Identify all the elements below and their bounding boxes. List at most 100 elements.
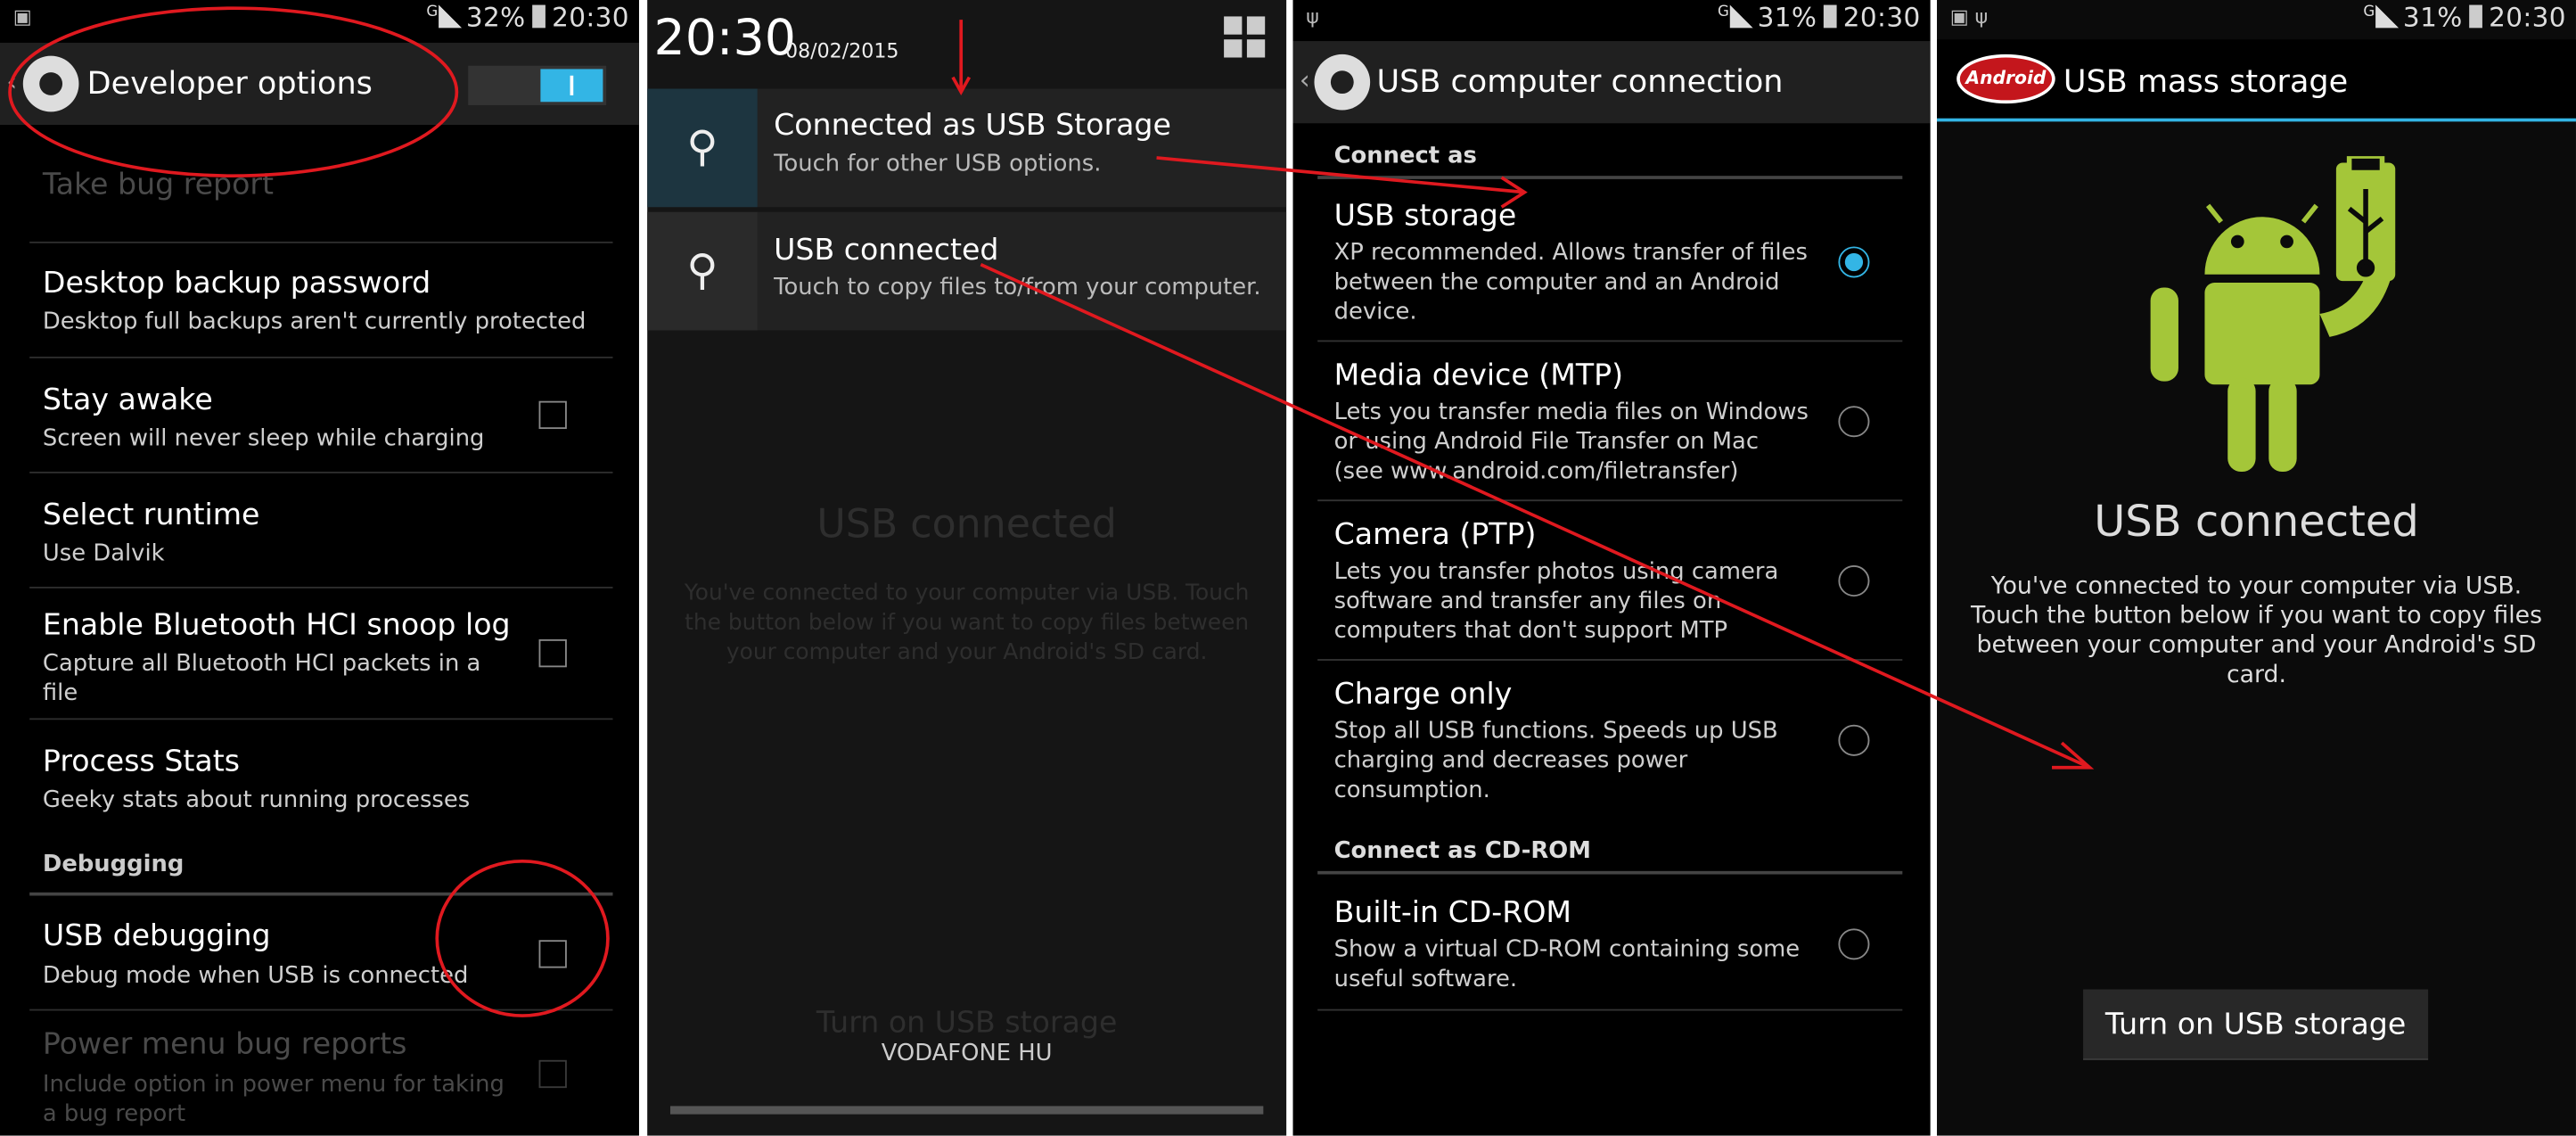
settings-gear-icon[interactable] (22, 55, 79, 112)
option-title: Media device (MTP) (1333, 358, 1624, 393)
option-subtitle: Lets you transfer media files on Windows… (1333, 399, 1809, 485)
status-bar: ▣ ψ G 31% 20:30 (1937, 0, 2576, 39)
page-title: USB computer connection (1376, 63, 1784, 101)
setting-subtitle: Geeky stats about running processes (42, 786, 471, 814)
option-built-in-cdrom[interactable]: Built-in CD-ROM Show a virtual CD-ROM co… (1317, 879, 1903, 1011)
signal-icon (438, 4, 462, 29)
option-usb-storage[interactable]: USB storage XP recommended. Allows trans… (1317, 183, 1903, 342)
setting-subtitle: Screen will never sleep while charging (42, 425, 485, 452)
back-chevron-icon[interactable]: ‹ (6, 66, 17, 97)
status-time: 20:30 (552, 1, 629, 33)
setting-title: Desktop backup password (42, 266, 431, 301)
notification-shade: 20:30 08/02/2015 USB connected You've co… (647, 0, 1287, 1136)
usb-storage-radio[interactable] (1838, 246, 1870, 278)
option-title: Built-in CD-ROM (1333, 895, 1572, 931)
network-type: G (426, 4, 439, 21)
network-type: G (1718, 4, 1730, 21)
status-bar: ▣ G 32% 20:30 (0, 0, 639, 39)
setting-subtitle: Use Dalvik (42, 540, 165, 567)
option-camera-ptp[interactable]: Camera (PTP) Lets you transfer photos us… (1317, 501, 1903, 661)
option-title: Charge only (1333, 677, 1513, 712)
ptp-radio[interactable] (1838, 565, 1870, 597)
setting-subtitle: Capture all Bluetooth HCI packets in a f… (42, 650, 481, 707)
status-bar: ψ G 31% 20:30 (1293, 0, 1931, 39)
setting-title: Take bug report (42, 167, 275, 202)
network-type: G (2363, 4, 2375, 21)
image-notification-icon: ▣ (12, 4, 32, 29)
setting-title: Select runtime (42, 498, 260, 533)
mtp-radio[interactable] (1838, 406, 1870, 438)
developer-options-switch[interactable] (468, 65, 607, 105)
notification-usb-storage[interactable]: ⚲ Connected as USB Storage Touch for oth… (647, 88, 1287, 208)
battery-icon (1823, 4, 1837, 29)
setting-take-bug-report[interactable]: Take bug report (29, 148, 613, 243)
usb-mass-storage-screen: ▣ ψ G 31% 20:30 Android USB mass storage U… (1937, 0, 2576, 1136)
developer-options-screen: ▣ G 32% 20:30 ‹ Developer options Take bug… (0, 0, 639, 1136)
status-time: 20:30 (1842, 1, 1921, 33)
section-header-debugging: Debugging (42, 851, 185, 878)
action-bar: ‹ USB computer connection (1292, 41, 1931, 124)
shade-drag-handle[interactable] (669, 1106, 1264, 1115)
setting-stay-awake[interactable]: Stay awake Screen will never sleep while… (29, 358, 613, 473)
usb-debugging-checkbox[interactable] (538, 940, 567, 968)
action-bar: Android USB mass storage (1937, 39, 2576, 122)
setting-bluetooth-hci-log[interactable]: Enable Bluetooth HCI snoop log Capture a… (29, 589, 613, 720)
setting-title: USB debugging (42, 918, 271, 953)
notification-usb-connected[interactable]: ⚲ USB connected Touch to copy files to/f… (647, 211, 1287, 331)
background-usb-button: Turn on USB storage (816, 1005, 1118, 1041)
carrier-label: VODAFONE HU (881, 1040, 1053, 1067)
status-time: 20:30 (2489, 1, 2566, 33)
usb-status-icon: ψ (1306, 4, 1319, 29)
category-connect-as-cdrom: Connect as CD-ROM (1317, 835, 1903, 875)
charge-only-radio[interactable] (1838, 724, 1870, 756)
stay-awake-checkbox[interactable] (538, 400, 567, 430)
switch-thumb (540, 69, 603, 103)
notification-subtitle: Touch for other USB options. (774, 151, 1102, 178)
image-notification-icon: ▣ ψ (1949, 4, 1989, 29)
setting-select-runtime[interactable]: Select runtime Use Dalvik (29, 473, 613, 589)
option-media-device-mtp[interactable]: Media device (MTP) Lets you transfer med… (1317, 342, 1903, 502)
usb-icon: ⚲ (647, 211, 758, 331)
option-subtitle: Stop all USB functions. Speeds up USB ch… (1333, 718, 1778, 804)
setting-usb-debugging[interactable]: USB debugging Debug mode when USB is con… (29, 892, 613, 1011)
page-title: USB mass storage (2063, 63, 2349, 101)
usb-icon: ⚲ (647, 88, 758, 208)
setting-power-menu-bug-reports: Power menu bug reports Include option in… (29, 1011, 612, 1136)
setting-title: Enable Bluetooth HCI snoop log (42, 607, 511, 643)
setting-desktop-backup-password[interactable]: Desktop backup password Desktop full bac… (29, 243, 613, 358)
quick-settings-icon[interactable] (1224, 16, 1267, 59)
turn-on-usb-storage-button[interactable]: Turn on USB storage (2083, 989, 2429, 1060)
battery-percent: 31% (2402, 1, 2463, 33)
power-menu-checkbox (538, 1059, 567, 1089)
option-subtitle: XP recommended. Allows transfer of files… (1333, 240, 1808, 325)
signal-icon (1729, 4, 1753, 29)
battery-charging-icon (2468, 4, 2482, 29)
usb-computer-connection-screen: ψ G 31% 20:30 ‹ USB computer connection Co… (1292, 0, 1931, 1136)
setting-subtitle: Desktop full backups aren't currently pr… (42, 309, 587, 335)
page-title: Developer options (86, 65, 373, 103)
category-label: Connect as CD-ROM (1333, 837, 1591, 865)
bluetooth-hci-checkbox[interactable] (538, 638, 567, 668)
shade-date: 08/02/2015 (785, 39, 899, 63)
shade-clock: 20:30 (653, 10, 796, 68)
background-usb-heading: USB connected (816, 501, 1117, 547)
option-title: Camera (PTP) (1333, 517, 1537, 553)
category-label: Connect as (1333, 143, 1477, 169)
setting-process-stats[interactable]: Process Stats Geeky stats about running … (29, 720, 612, 835)
battery-icon (531, 4, 546, 29)
setting-subtitle: Debug mode when USB is connected (42, 963, 469, 990)
android-usb-illustration-icon (2150, 156, 2396, 472)
option-subtitle: Show a virtual CD-ROM containing some us… (1333, 936, 1801, 993)
signal-icon (2375, 4, 2399, 29)
cdrom-radio[interactable] (1838, 928, 1870, 960)
battery-percent: 32% (465, 1, 526, 33)
setting-title: Power menu bug reports (42, 1026, 407, 1062)
notification-title: USB connected (774, 233, 999, 268)
back-chevron-icon[interactable]: ‹ (1300, 64, 1310, 95)
usb-connected-heading: USB connected (2094, 498, 2419, 547)
category-connect-as: Connect as (1317, 140, 1903, 179)
background-usb-description: You've connected to your computer via US… (684, 580, 1250, 666)
settings-gear-icon[interactable] (1314, 54, 1371, 111)
option-charge-only[interactable]: Charge only Stop all USB functions. Spee… (1317, 661, 1902, 820)
action-bar: ‹ Developer options (0, 42, 639, 126)
